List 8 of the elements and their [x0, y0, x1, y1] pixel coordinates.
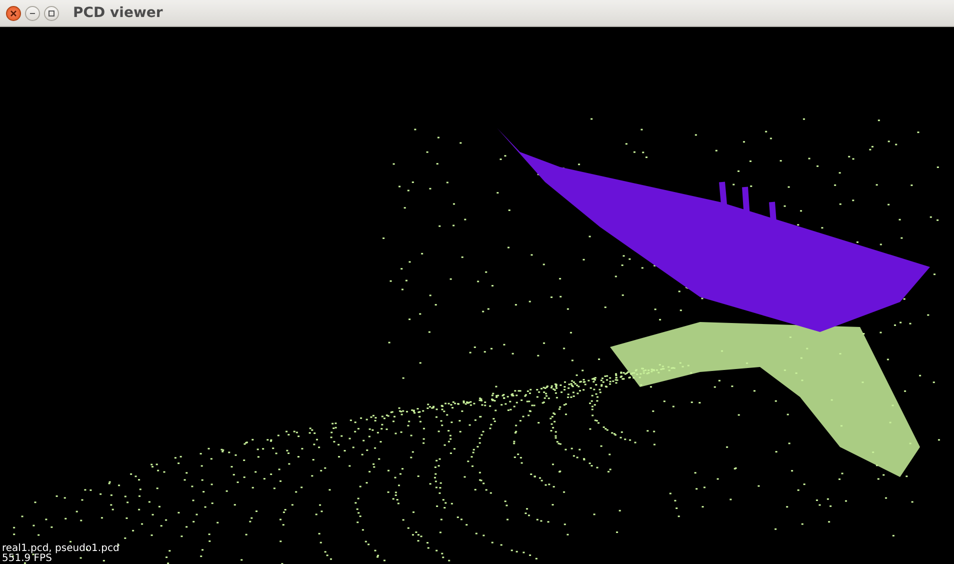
close-icon [10, 10, 17, 16]
fps-counter: 551.9 FPS [2, 554, 53, 564]
window-title: PCD viewer [73, 5, 163, 21]
minimize-button[interactable] [25, 6, 40, 20]
maximize-icon [48, 10, 55, 16]
maximize-button[interactable] [44, 6, 59, 20]
cloud-file-labels: real1.pcd, pseudo1.pcd [2, 544, 120, 554]
close-button[interactable] [6, 6, 21, 20]
